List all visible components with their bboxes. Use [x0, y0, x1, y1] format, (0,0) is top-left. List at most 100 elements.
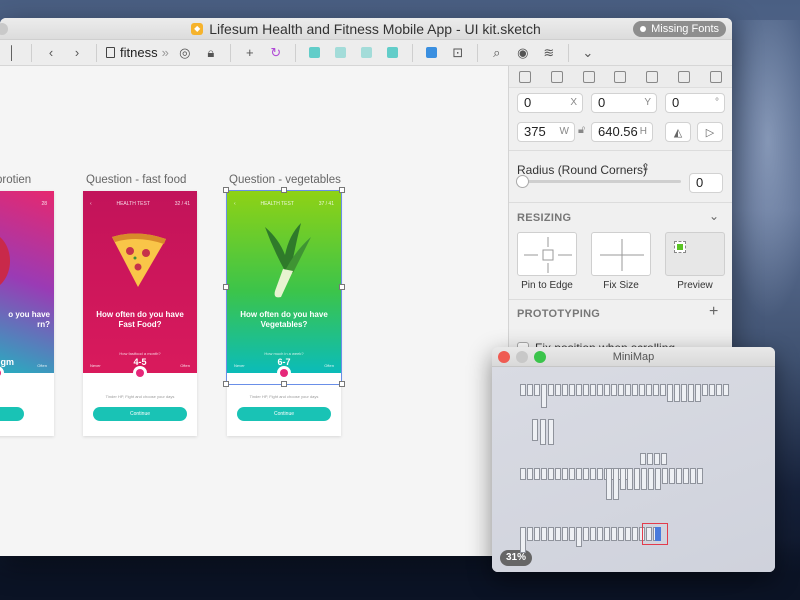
align-top-icon[interactable] [614, 70, 627, 83]
minimap-artboard [520, 468, 526, 480]
minimap-artboard [618, 384, 624, 396]
resize-handle[interactable] [281, 381, 287, 387]
difference-icon[interactable] [383, 43, 403, 63]
page-name: fitness [120, 45, 158, 60]
resize-handle[interactable] [223, 284, 229, 290]
toolbar-divider [411, 43, 413, 62]
back-icon[interactable]: ‹ [41, 43, 61, 63]
minimap-artboard [723, 384, 729, 396]
intersect-icon[interactable] [357, 43, 377, 63]
minimap-artboard [583, 384, 589, 396]
insert-icon[interactable]: + [240, 43, 260, 63]
minimap-artboard [709, 384, 715, 396]
progress-count: 32 / 41 [174, 201, 190, 207]
lock-icon[interactable]: 🔒︎ [201, 43, 221, 63]
align-bottom-icon[interactable] [678, 70, 691, 83]
minimap-artboard [534, 384, 540, 396]
chevron-down-icon[interactable]: ⌄ [709, 209, 719, 223]
sketch-doc-icon: ◆ [191, 22, 204, 35]
align-right-icon[interactable] [582, 70, 595, 83]
fix-size-control[interactable] [591, 232, 651, 276]
minimap-viewport[interactable]: 31% [492, 367, 775, 572]
forward-icon[interactable]: › [67, 43, 87, 63]
artboard-background [0, 191, 54, 373]
minimap-artboard [669, 468, 675, 484]
add-icon[interactable]: + [709, 303, 718, 321]
radius-field[interactable]: 0 [689, 173, 723, 193]
minimap-artboard [662, 468, 668, 484]
more-chevron-icon[interactable]: ⌄ [578, 43, 598, 63]
flip-horizontal-icon[interactable]: ◭ [665, 122, 691, 142]
hide-icon[interactable]: ◎ [175, 43, 195, 63]
resize-handle[interactable] [223, 187, 229, 193]
grid-icon[interactable] [422, 43, 442, 63]
radius-slider-track[interactable] [519, 180, 681, 183]
rotation-field[interactable]: 0 ° [665, 93, 725, 113]
resize-handle[interactable] [339, 284, 345, 290]
artboard-title[interactable]: Question - vegetables [229, 174, 341, 186]
continue-button: Continue [237, 407, 331, 421]
minimap-artboard [604, 527, 610, 541]
height-field[interactable]: 640.56 H [591, 122, 653, 142]
align-left-icon[interactable] [518, 70, 531, 83]
minimap-artboard [532, 419, 538, 441]
minimap-artboard [620, 468, 626, 490]
title-bar: ◆ Lifesum Health and Fitness Mobile App … [0, 18, 732, 40]
width-field[interactable]: 375 W [517, 122, 575, 142]
minimap-artboard [634, 468, 640, 490]
artboard-title[interactable]: protien [0, 174, 31, 186]
canvas[interactable]: protien 28 o you have rn? gm Often Quest… [0, 66, 508, 556]
minimap-artboard [569, 468, 575, 480]
artboard-title[interactable]: Question - fast food [86, 174, 186, 186]
warning-dot-icon [640, 26, 647, 32]
minimap-artboard [555, 384, 561, 396]
resizing-heading: RESIZING [517, 212, 572, 224]
minimap-artboard [597, 527, 603, 541]
minimap-artboard [674, 384, 680, 402]
preview-label: Preview [677, 280, 713, 291]
resize-handle[interactable] [281, 187, 287, 193]
symbol-icon[interactable]: ↻ [266, 43, 286, 63]
y-field[interactable]: 0Y [591, 93, 657, 113]
minimap-artboard [632, 384, 638, 396]
toolbar-divider [476, 43, 478, 62]
minimap-artboard [654, 453, 660, 465]
artboard-protein[interactable]: 28 o you have rn? gm Often [0, 191, 54, 436]
minimap-artboard [576, 384, 582, 396]
x-field[interactable]: 0X [517, 93, 583, 113]
radius-slider-knob[interactable] [516, 175, 529, 188]
lock-ratio-icon[interactable]: 🔓︎ [578, 124, 585, 137]
artboard-fast-food[interactable]: ‹ HEALTH TEST 32 / 41 How often do you h… [83, 191, 197, 436]
align-center-icon[interactable] [550, 70, 563, 83]
toolbar: │ ‹ › fitness » ◎ 🔒︎ + ↻ ⊡ ⌕ ◉ ≋ ⌄ [0, 40, 732, 66]
minimap-artboard [562, 468, 568, 480]
minimap-artboard [618, 527, 624, 541]
sidebar-toggle-icon[interactable]: │ [2, 43, 22, 63]
union-icon[interactable] [305, 43, 325, 63]
resize-handle[interactable] [223, 381, 229, 387]
scale-icon[interactable]: ⊡ [448, 43, 468, 63]
distribute-icon[interactable] [709, 70, 722, 83]
page-selector[interactable]: fitness » [106, 43, 169, 63]
resize-handle[interactable] [339, 381, 345, 387]
resize-handle[interactable] [339, 187, 345, 193]
zoom-icon[interactable]: ⌕ [487, 43, 507, 63]
subtract-icon[interactable] [331, 43, 351, 63]
minimap-artboard [562, 527, 568, 541]
flip-vertical-icon[interactable]: ▷ [697, 122, 723, 142]
minimap-artboard [604, 384, 610, 396]
align-middle-icon[interactable] [646, 70, 659, 83]
layers-icon[interactable]: ≋ [539, 43, 559, 63]
pin-to-edge-control[interactable] [517, 232, 577, 276]
window-control[interactable] [0, 23, 8, 35]
question-text: How often do you have Fast Food? [96, 310, 184, 329]
missing-fonts-badge[interactable]: Missing Fonts [633, 21, 726, 37]
minimize-icon[interactable] [516, 351, 528, 363]
updown-chevron-icon[interactable]: ⇕ [641, 161, 650, 174]
minimap-artboard [716, 384, 722, 396]
close-icon[interactable] [498, 351, 510, 363]
view-icon[interactable]: ◉ [513, 43, 533, 63]
zoom-window-icon[interactable] [534, 351, 546, 363]
question-text: o you have rn? [8, 310, 50, 329]
slider-knob [133, 366, 147, 380]
